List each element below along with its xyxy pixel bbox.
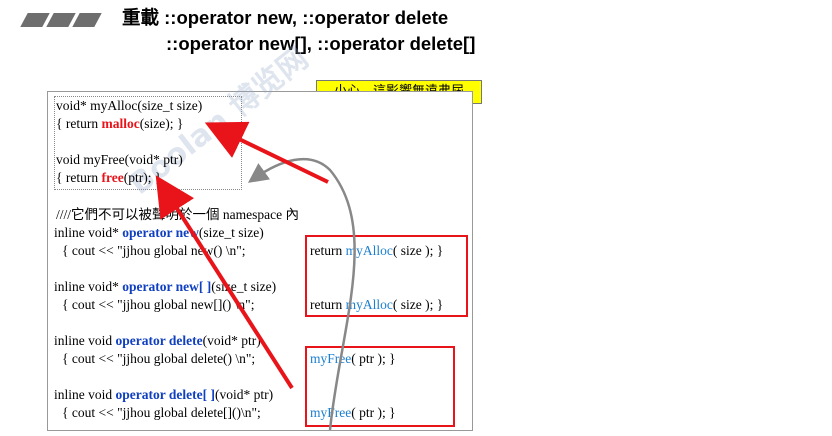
title-bar-1: [20, 13, 50, 27]
operator-new-array-signature: inline void* operator new[ ](size_t size…: [54, 279, 277, 294]
operator-new-cout: { cout << "jjhou global new() \n";: [62, 243, 246, 258]
operator-delete-cout: { cout << "jjhou global delete() \n";: [62, 351, 256, 366]
free-signature: void myFree(void* ptr): [56, 152, 183, 167]
operator-delete-array-cout: { cout << "jjhou global delete[]()\n";: [62, 405, 261, 420]
alloc-calls-highlight: [305, 235, 468, 317]
alloc-body: { return malloc(size); }: [56, 116, 184, 131]
free-calls-highlight: [305, 346, 455, 427]
title-line-2: ::operator new[], ::operator delete[]: [166, 33, 476, 54]
free-call: free: [101, 170, 124, 185]
malloc-call: malloc: [101, 116, 140, 131]
operator-new-signature: inline void* operator new(size_t size): [54, 225, 264, 240]
free-body: { return free(ptr); }: [56, 170, 162, 185]
operator-new-array-cout: { cout << "jjhou global new[]() \n";: [62, 297, 255, 312]
title-bar-2: [46, 13, 76, 27]
slide-title: 重載 ::operator new, ::operator delete ::o…: [122, 5, 475, 57]
namespace-comment: ////它們不可以被聲明於一個 namespace 內: [56, 207, 299, 222]
operator-delete-array-signature: inline void operator delete[ ](void* ptr…: [54, 387, 274, 402]
operator-delete-signature: inline void operator delete(void* ptr): [54, 333, 261, 348]
title-line-1: 重載 ::operator new, ::operator delete: [122, 7, 449, 28]
title-decoration: [20, 13, 102, 27]
alloc-signature: void* myAlloc(size_t size): [56, 98, 203, 113]
title-bar-3: [72, 13, 102, 27]
